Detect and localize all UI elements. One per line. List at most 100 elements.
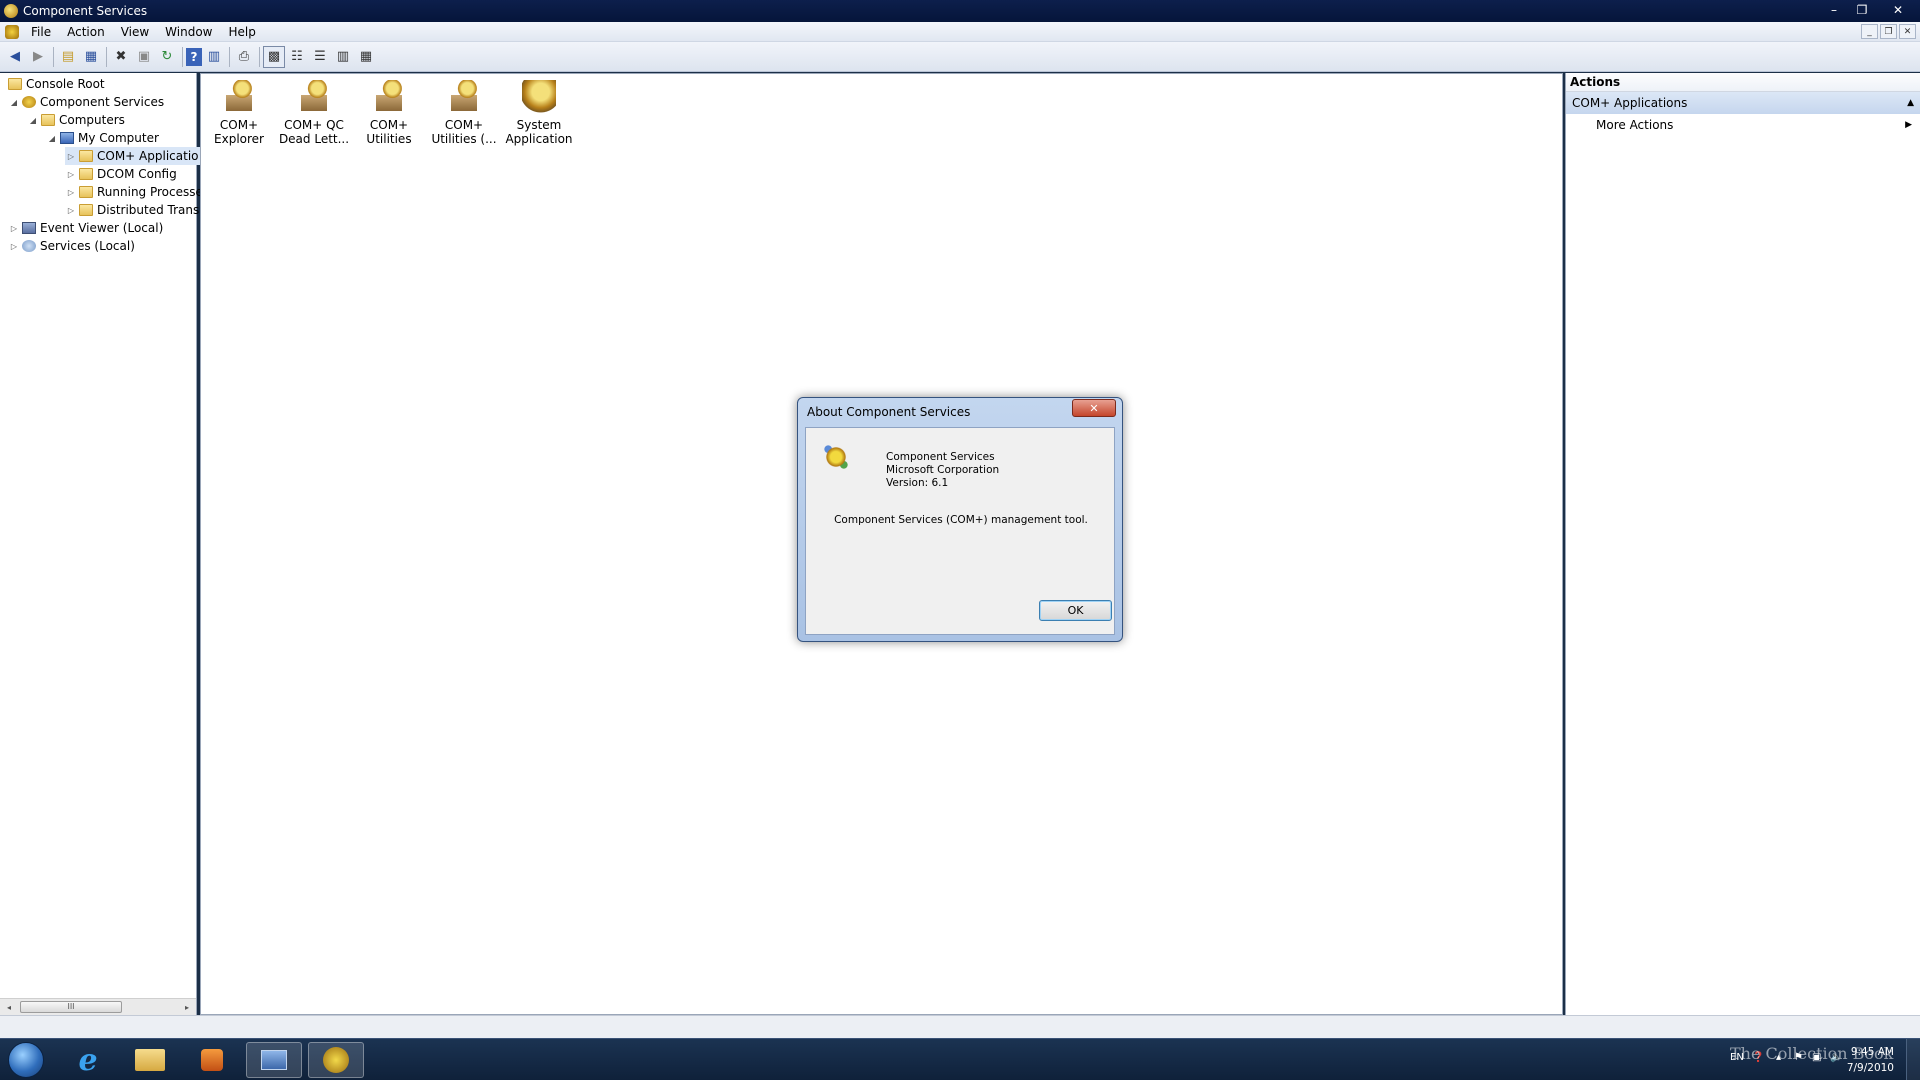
actions-section-label: COM+ Applications <box>1572 96 1688 110</box>
taskbar-internet-explorer[interactable]: e <box>60 1042 116 1078</box>
watermark-text: The Collection Book <box>1730 1044 1894 1063</box>
tree-item-label: Distributed Trans <box>97 203 200 217</box>
com-application-icon <box>297 80 331 114</box>
tree-item-my-computer[interactable]: ◢ My Computer <box>46 129 159 147</box>
ok-button[interactable]: OK <box>1039 600 1112 621</box>
app-tile-com-utilities[interactable]: COM+ Utilities <box>353 80 425 146</box>
tree-item-label: Running Processe <box>97 185 203 199</box>
start-button[interactable] <box>8 1042 44 1078</box>
show-hide-tree-icon[interactable]: ▦ <box>80 46 102 68</box>
tree-item-event-viewer[interactable]: ▷ Event Viewer (Local) <box>8 219 163 237</box>
tree-item-label: Event Viewer (Local) <box>40 221 164 235</box>
app-tile-com-utilities-32[interactable]: COM+ Utilities (... <box>428 80 500 146</box>
detail-view-icon[interactable]: ▥ <box>332 46 354 68</box>
back-arrow-icon[interactable]: ◀ <box>4 46 26 68</box>
tree-expander[interactable]: ▷ <box>65 188 77 197</box>
close-button[interactable]: ✕ <box>1876 0 1920 20</box>
list-view-icon[interactable]: ☰ <box>309 46 331 68</box>
properties-icon[interactable]: ▣ <box>133 46 155 68</box>
app-tile-label: COM+ <box>444 118 484 132</box>
tree-expander[interactable]: ▷ <box>65 170 77 179</box>
minimize-button[interactable]: – <box>1820 0 1848 20</box>
version-text: Version: 6.1 <box>886 477 949 489</box>
tree-item-computers[interactable]: ◢ Computers <box>27 111 125 129</box>
menu-view[interactable]: View <box>113 25 157 39</box>
scroll-right-arrow-icon[interactable]: ▸ <box>180 1000 194 1014</box>
filter-view-icon[interactable]: ▦ <box>355 46 377 68</box>
tree-item-label: Services (Local) <box>40 239 135 253</box>
help-icon[interactable]: ? <box>186 47 202 66</box>
media-player-icon <box>201 1049 223 1071</box>
tree-item-com-applications[interactable]: ▷ COM+ Applicatio <box>65 147 203 165</box>
mdi-minimize-button[interactable]: _ <box>1861 24 1878 39</box>
tree-item-console-root[interactable]: Console Root <box>4 75 105 93</box>
com-application-icon <box>222 80 256 114</box>
toolbar: ◀ ▶ ▤ ▦ ✖ ▣ ↻ ? ▥ ⎙ ▩ ☷ ☰ ▥ ▦ <box>0 42 1920 72</box>
component-services-logo-icon <box>823 444 849 470</box>
dialog-body: Component Services Microsoft Corporation… <box>805 427 1115 635</box>
toolbar-separator <box>106 46 107 67</box>
toolbar-separator <box>182 46 183 67</box>
small-icons-view-icon[interactable]: ☷ <box>286 46 308 68</box>
app-tile-label: Application <box>505 132 573 146</box>
window-controls: – ❐ ✕ <box>1820 0 1920 20</box>
menu-file[interactable]: File <box>23 25 59 39</box>
action-more-actions[interactable]: More Actions ▶ <box>1566 114 1920 136</box>
com-application-icon <box>372 80 406 114</box>
taskbar-component-services[interactable] <box>308 1042 364 1078</box>
delete-icon[interactable]: ✖ <box>110 46 132 68</box>
app-tile-com-qc-dead-letter[interactable]: COM+ QC Dead Lett... <box>278 80 350 146</box>
tree-horizontal-scrollbar[interactable]: ◂ III ▸ <box>0 998 196 1015</box>
tree-expander[interactable]: ◢ <box>46 134 58 143</box>
product-info: Component Services Microsoft Corporation… <box>886 451 999 490</box>
menu-help[interactable]: Help <box>221 25 264 39</box>
title-bar: Component Services – ❐ ✕ <box>0 0 1920 22</box>
taskbar-control-panel[interactable] <box>246 1042 302 1078</box>
app-tile-com-explorer[interactable]: COM+ Explorer <box>203 80 275 146</box>
tree-item-distributed-transactions[interactable]: ▷ Distributed Trans <box>65 201 199 219</box>
tree-expander[interactable]: ▷ <box>65 206 77 215</box>
action-label: More Actions <box>1596 118 1674 132</box>
menu-action[interactable]: Action <box>59 25 113 39</box>
restore-button[interactable]: ❐ <box>1848 0 1876 20</box>
tree-item-component-services[interactable]: ◢ Component Services <box>8 93 164 111</box>
taskbar-media-player[interactable] <box>184 1042 240 1078</box>
scroll-thumb[interactable]: III <box>20 1001 122 1013</box>
services-icon <box>22 240 36 252</box>
tree-item-dcom-config[interactable]: ▷ DCOM Config <box>65 165 177 183</box>
mdi-close-button[interactable]: ✕ <box>1899 24 1916 39</box>
tree-expander[interactable]: ◢ <box>8 98 20 107</box>
tree-item-label: DCOM Config <box>97 167 177 181</box>
app-tile-label: COM+ <box>219 118 259 132</box>
folder-icon <box>79 168 93 180</box>
submenu-arrow-icon: ▶ <box>1905 120 1912 130</box>
actions-section-com-applications[interactable]: COM+ Applications ▲ <box>1566 92 1920 114</box>
app-tile-label: Dead Lett... <box>278 132 350 146</box>
menu-window[interactable]: Window <box>157 25 220 39</box>
dialog-close-button[interactable]: ✕ <box>1072 399 1116 417</box>
collapse-up-icon[interactable]: ▲ <box>1907 98 1914 108</box>
tree-expander[interactable]: ◢ <box>27 116 39 125</box>
tree-expander[interactable]: ▷ <box>8 242 20 251</box>
forward-arrow-icon[interactable]: ▶ <box>27 46 49 68</box>
tree-item-services[interactable]: ▷ Services (Local) <box>8 237 135 255</box>
app-tile-system-application[interactable]: System Application <box>503 80 575 146</box>
tree-item-running-processes[interactable]: ▷ Running Processe <box>65 183 203 201</box>
folder-icon <box>135 1049 165 1071</box>
taskbar-windows-explorer[interactable] <box>122 1042 178 1078</box>
control-panel-icon <box>261 1050 287 1070</box>
show-desktop-button[interactable] <box>1906 1039 1920 1080</box>
app-tile-label: Utilities <box>366 132 412 146</box>
tree-expander[interactable]: ▷ <box>65 152 77 161</box>
export-list-icon[interactable]: ⎙ <box>233 46 255 68</box>
folder-icon <box>79 204 93 216</box>
scroll-left-arrow-icon[interactable]: ◂ <box>2 1000 16 1014</box>
large-icons-view-icon[interactable]: ▩ <box>263 45 285 68</box>
mmc-system-menu-icon[interactable] <box>5 24 19 39</box>
dialog-title: About Component Services <box>807 405 971 419</box>
refresh-icon[interactable]: ↻ <box>156 46 178 68</box>
mdi-restore-button[interactable]: ❐ <box>1880 24 1897 39</box>
show-hide-action-pane-icon[interactable]: ▥ <box>203 46 225 68</box>
up-folder-icon[interactable]: ▤ <box>57 46 79 68</box>
tree-expander[interactable]: ▷ <box>8 224 20 233</box>
